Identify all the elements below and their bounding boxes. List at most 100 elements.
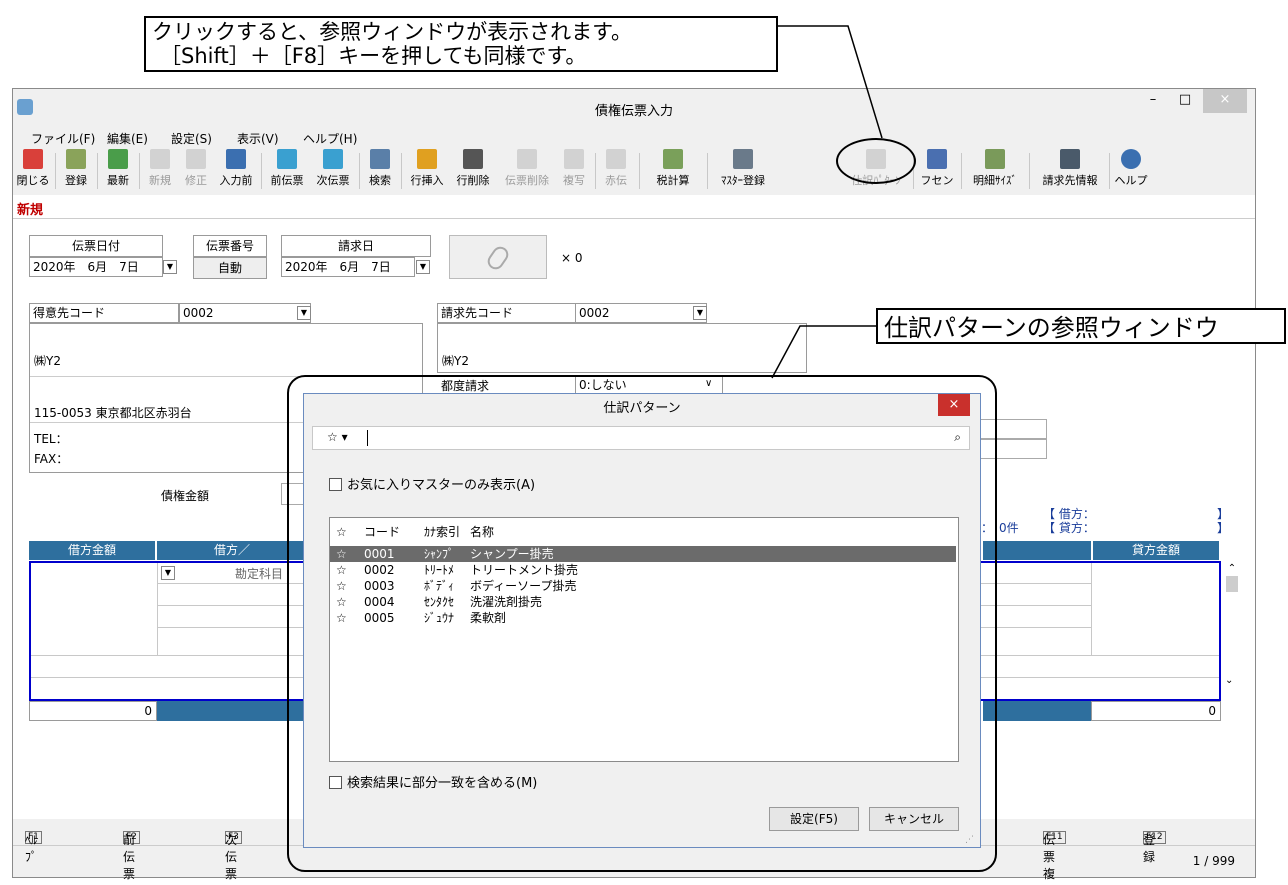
- detail-size-button[interactable]: 明細ｻｲｽﾞ: [965, 149, 1025, 193]
- search-button[interactable]: 検索: [363, 149, 397, 193]
- debit-total: 0: [29, 701, 157, 721]
- star-column-icon[interactable]: ☆: [336, 524, 347, 540]
- name-column[interactable]: 名称: [470, 524, 494, 540]
- prev-slip-button[interactable]: 前伝票: [265, 149, 309, 193]
- sticky-icon: [927, 149, 947, 169]
- star-icon[interactable]: ☆: [336, 594, 347, 610]
- title-bar: 債権伝票入力 – □ ×: [13, 89, 1255, 127]
- tab-bar: 新規: [13, 195, 1255, 219]
- help-button[interactable]: ヘルプ: [1113, 149, 1149, 193]
- chevron-down-icon[interactable]: ▼: [163, 260, 177, 274]
- highlight-circle: [836, 138, 916, 184]
- search-input[interactable]: [367, 430, 927, 446]
- delete-row-icon: [463, 149, 483, 169]
- list-header: ☆ コード ｶﾅ索引 名称: [330, 524, 956, 540]
- sticky-note-button[interactable]: フセン: [917, 149, 957, 193]
- debit-account-header: 借方／: [157, 541, 307, 560]
- billing-code-label: 請求先コード: [437, 303, 577, 323]
- search-icon[interactable]: ⌕: [954, 430, 961, 445]
- customer-code-label: 得意先コード: [29, 303, 179, 323]
- bill-date-label: 請求日: [281, 235, 431, 257]
- favorite-filter-star-icon[interactable]: ☆ ▾: [327, 430, 348, 444]
- copy-button[interactable]: 複写: [557, 149, 591, 193]
- tooltip-callout-right: 仕訳パターンの参照ウィンドウ: [876, 308, 1286, 344]
- favorites-only-checkbox[interactable]: お気に入りマスターのみ表示(A): [329, 474, 535, 493]
- tooltip-callout-top: クリックすると、参照ウィンドウが表示されます。 ［Shift］＋［F8］キーを押…: [144, 16, 778, 72]
- close-icon: [23, 149, 43, 169]
- delete-slip-icon: [517, 149, 537, 169]
- attachment-count: × 0: [561, 251, 583, 265]
- menu-settings[interactable]: 設定(S): [171, 130, 212, 147]
- billing-code-field[interactable]: 0002: [575, 303, 707, 323]
- edit-button[interactable]: 修正: [179, 149, 213, 193]
- undo-input-button[interactable]: 入力前: [215, 149, 257, 193]
- claim-amount-label: 債権金額: [161, 489, 210, 503]
- star-icon[interactable]: ☆: [336, 562, 347, 578]
- callout-line-2: ［Shift］＋［F8］キーを押しても同様です。: [160, 44, 587, 68]
- menu-edit[interactable]: 編集(E): [107, 130, 148, 147]
- close-button[interactable]: ×: [1203, 89, 1247, 113]
- credit-bracket: 】: [1217, 521, 1230, 535]
- lookup-icon[interactable]: ▼: [693, 306, 707, 320]
- chevron-up-icon[interactable]: ⌃: [1225, 563, 1239, 574]
- billing-icon: [1060, 149, 1080, 169]
- kana-column[interactable]: ｶﾅ索引: [424, 524, 460, 540]
- resize-grip-icon[interactable]: ⋰: [965, 835, 974, 845]
- help-icon: [1121, 149, 1141, 169]
- tel-label: TEL：: [34, 432, 68, 446]
- ok-button[interactable]: 設定(F5): [769, 807, 859, 831]
- list-item[interactable]: ☆ 0002 ﾄﾘｰﾄﾒ トリートメント掛売: [330, 562, 956, 578]
- slip-date-field[interactable]: 2020年 6月 7日: [29, 257, 163, 277]
- fax-label: FAX：: [34, 452, 69, 466]
- close-doc-button[interactable]: 閉じる: [15, 149, 51, 193]
- code-column[interactable]: コード: [364, 524, 400, 540]
- credit-summary: 【 貸方：: [1043, 521, 1095, 535]
- cancel-button[interactable]: キャンセル: [869, 807, 959, 831]
- tab-new[interactable]: 新規: [17, 199, 43, 218]
- billing-info-button[interactable]: 請求先情報: [1035, 149, 1105, 193]
- delete-slip-button[interactable]: 伝票削除: [499, 149, 555, 193]
- insert-row-button[interactable]: 行挿入: [405, 149, 449, 193]
- dialog-close-button[interactable]: ×: [938, 394, 970, 416]
- customer-code-field[interactable]: 0002: [179, 303, 311, 323]
- refresh-button[interactable]: 最新: [101, 149, 135, 193]
- menu-help[interactable]: ヘルプ(H): [303, 130, 357, 147]
- delete-row-button[interactable]: 行削除: [451, 149, 495, 193]
- chevron-down-icon[interactable]: ▼: [416, 260, 430, 274]
- list-item[interactable]: ☆ 0004 ｾﾝﾀｸｾ 洗濯洗剤掛売: [330, 594, 956, 610]
- account-placeholder: 勘定科目: [235, 567, 284, 581]
- detail-size-icon: [985, 149, 1005, 169]
- chevron-down-icon[interactable]: ▼: [161, 566, 175, 580]
- maximize-button[interactable]: □: [1171, 89, 1199, 113]
- list-item[interactable]: ☆ 0005 ｼﾞｭｳﾅ 柔軟剤: [330, 610, 956, 626]
- next-slip-button[interactable]: 次伝票: [311, 149, 355, 193]
- credit-total: 0: [1091, 701, 1221, 721]
- slip-date-label: 伝票日付: [29, 235, 163, 257]
- window-title: 債権伝票入力: [594, 104, 673, 119]
- partial-match-checkbox[interactable]: 検索結果に部分一致を含める(M): [329, 772, 537, 791]
- menu-bar: ファイル(F) 編集(E) 設定(S) 表示(V) ヘルプ(H): [13, 127, 1255, 147]
- register-button[interactable]: 登録: [59, 149, 93, 193]
- customer-name: ㈱Y2: [34, 354, 61, 368]
- attachment-button[interactable]: [449, 235, 547, 279]
- minimize-button[interactable]: –: [1139, 89, 1167, 113]
- journal-pattern-dialog: 仕訳パターン × ☆ ▾ ⌕ お気に入りマスターのみ表示(A) ☆ コード ｶﾅ…: [303, 393, 981, 848]
- list-item[interactable]: ☆ 0003 ﾎﾞﾃﾞｨ ボディーソープ掛売: [330, 578, 956, 594]
- star-icon[interactable]: ☆: [336, 546, 347, 562]
- lookup-icon[interactable]: ▼: [297, 306, 311, 320]
- new-button[interactable]: 新規: [143, 149, 177, 193]
- star-icon[interactable]: ☆: [336, 578, 347, 594]
- menu-file[interactable]: ファイル(F): [31, 130, 95, 147]
- master-register-button[interactable]: ﾏｽﾀｰ登録: [711, 149, 775, 193]
- menu-view[interactable]: 表示(V): [237, 130, 279, 147]
- red-slip-button[interactable]: 赤伝: [599, 149, 633, 193]
- star-icon[interactable]: ☆: [336, 610, 347, 626]
- callout-line-1: クリックすると、参照ウィンドウが表示されます。: [152, 20, 633, 44]
- billing-info-box: ㈱Y2: [437, 323, 807, 373]
- tax-calc-button[interactable]: 税計算: [643, 149, 703, 193]
- customer-address: 115-0053 東京都北区赤羽台: [34, 406, 192, 420]
- search-icon: [370, 149, 390, 169]
- toolbar: 閉じる 登録 最新 新規 修正 入力前 前伝票 次伝票 検索 行挿入 行削除 伝…: [13, 147, 1255, 195]
- bill-date-field[interactable]: 2020年 6月 7日: [281, 257, 415, 277]
- list-item[interactable]: ☆ 0001 ｼｬﾝﾌﾟ シャンプー掛売: [330, 546, 956, 562]
